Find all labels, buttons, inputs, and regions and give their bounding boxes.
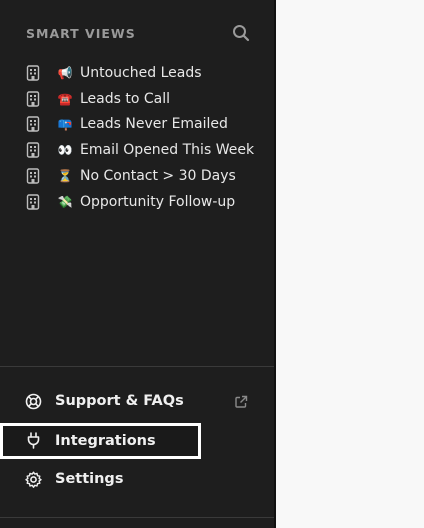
nav-settings-label: Settings: [55, 471, 124, 487]
smart-view-label: No Contact > 30 Days: [80, 168, 236, 185]
plug-icon: [25, 432, 42, 449]
smart-view-label: Untouched Leads: [80, 64, 202, 81]
smart-views-list: 📢 Untouched Leads ☎️ Leads to Call 📪 Lea…: [26, 60, 254, 215]
nav-support-faqs[interactable]: Support & FAQs: [0, 386, 274, 416]
document-icon: [26, 168, 40, 184]
external-link-icon: [234, 394, 248, 408]
eyes-icon: 👀: [57, 143, 73, 158]
smart-view-opportunity-follow-up[interactable]: 💸 Opportunity Follow-up: [26, 189, 254, 215]
document-icon: [26, 194, 40, 210]
mailbox-icon: 📪: [57, 117, 73, 132]
sidebar-divider: [0, 366, 274, 367]
smart-view-label: Opportunity Follow-up: [80, 193, 236, 210]
sidebar-bottom-divider: [0, 517, 274, 518]
telephone-icon: ☎️: [57, 91, 73, 106]
sidebar: SMART VIEWS 📢 Untouched Leads ☎️ Leads t…: [0, 0, 274, 528]
document-icon: [26, 116, 40, 133]
money-with-wings-icon: 💸: [57, 194, 73, 209]
gear-icon: [25, 471, 42, 488]
smart-view-untouched-leads[interactable]: 📢 Untouched Leads: [26, 60, 254, 86]
lifebuoy-icon: [25, 393, 42, 410]
document-icon: [26, 90, 40, 107]
nav-support-label: Support & FAQs: [55, 393, 184, 409]
hourglass-icon: ⏳: [57, 169, 73, 184]
smart-view-label: Leads Never Emailed: [80, 116, 228, 133]
smart-view-leads-to-call[interactable]: ☎️ Leads to Call: [26, 86, 254, 112]
nav-integrations-label: Integrations: [55, 433, 156, 449]
nav-settings[interactable]: Settings: [0, 464, 274, 494]
smart-view-leads-never-emailed[interactable]: 📪 Leads Never Emailed: [26, 112, 254, 138]
document-icon: [26, 65, 40, 81]
smart-view-label: Email Opened This Week: [80, 142, 255, 159]
smart-view-label: Leads to Call: [80, 90, 171, 107]
search-icon[interactable]: [231, 23, 251, 43]
main-content-area: [276, 0, 424, 528]
smart-view-email-opened-this-week[interactable]: 👀 Email Opened This Week: [26, 137, 254, 163]
smart-views-heading: SMART VIEWS: [26, 26, 136, 41]
megaphone-icon: 📢: [57, 65, 73, 80]
smart-view-no-contact-30-days[interactable]: ⏳ No Contact > 30 Days: [26, 163, 254, 189]
document-icon: [26, 142, 40, 158]
nav-integrations[interactable]: Integrations: [0, 426, 274, 456]
